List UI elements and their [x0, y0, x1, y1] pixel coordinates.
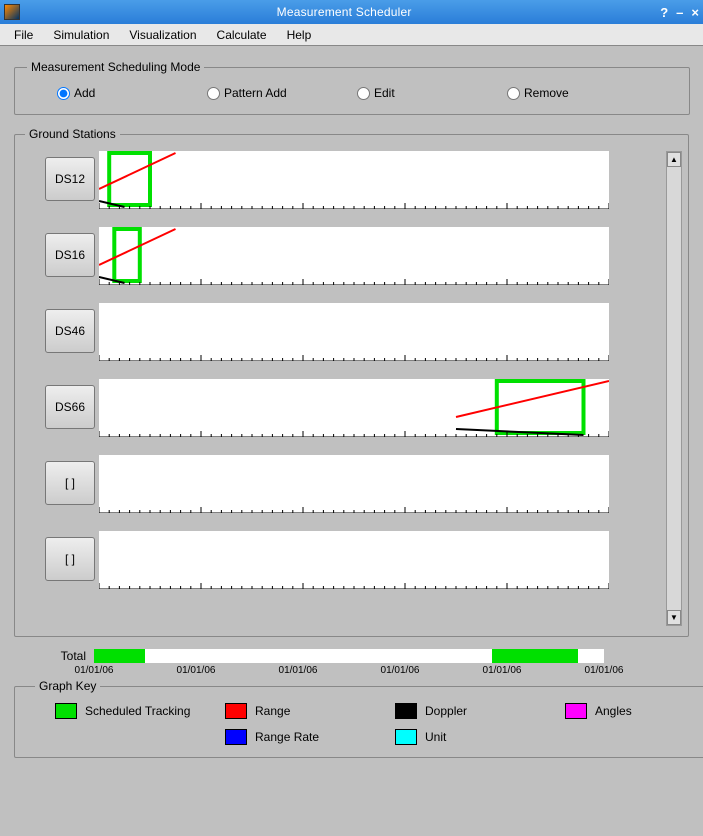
mode-add-radio[interactable]	[57, 87, 70, 100]
station-button[interactable]: [ ]	[45, 461, 95, 505]
close-button[interactable]: ×	[691, 5, 699, 20]
window-buttons: ? – ×	[660, 5, 699, 20]
mode-edit-radio[interactable]	[357, 87, 370, 100]
swatch-range-rate-icon	[225, 729, 247, 745]
key-angles-label: Angles	[595, 704, 632, 718]
mode-row: Add Pattern Add Edit Remove	[27, 82, 677, 104]
axis-tick-label: 01/01/06	[75, 665, 114, 676]
station-plot[interactable]	[99, 379, 609, 437]
mode-pattern-add-radio[interactable]	[207, 87, 220, 100]
menu-calculate[interactable]: Calculate	[209, 26, 275, 44]
graph-key-legend: Graph Key	[35, 679, 100, 693]
axis-tick-label: 01/01/06	[381, 665, 420, 676]
mode-remove-label: Remove	[524, 86, 569, 100]
axis-tick-label: 01/01/06	[279, 665, 318, 676]
mode-pattern-add-label: Pattern Add	[224, 86, 287, 100]
key-range-rate-label: Range Rate	[255, 730, 319, 744]
station-list: DS12 DS16 DS46 DS66 [ ] [ ]	[25, 151, 658, 589]
mode-edit[interactable]: Edit	[357, 86, 507, 100]
app-icon	[4, 4, 20, 20]
swatch-unit-icon	[395, 729, 417, 745]
menu-visualization[interactable]: Visualization	[121, 26, 204, 44]
key-doppler-label: Doppler	[425, 704, 467, 718]
mode-fieldset: Measurement Scheduling Mode Add Pattern …	[14, 60, 690, 115]
station-row: [ ]	[25, 455, 658, 513]
station-plot[interactable]	[99, 227, 609, 285]
ground-stations-legend: Ground Stations	[25, 127, 120, 141]
station-button[interactable]: DS16	[45, 233, 95, 277]
key-scheduled: Scheduled Tracking	[55, 703, 195, 719]
axis-tick-label: 01/01/06	[177, 665, 216, 676]
scroll-down-icon[interactable]: ▼	[667, 610, 681, 625]
menu-file[interactable]: File	[6, 26, 41, 44]
menu-help[interactable]: Help	[279, 26, 320, 44]
axis-tick-label: 01/01/06	[585, 665, 624, 676]
menu-simulation[interactable]: Simulation	[45, 26, 117, 44]
station-button[interactable]: DS66	[45, 385, 95, 429]
mode-remove-radio[interactable]	[507, 87, 520, 100]
mode-remove[interactable]: Remove	[507, 86, 657, 100]
titlebar: Measurement Scheduler ? – ×	[0, 0, 703, 24]
station-row: DS12	[25, 151, 658, 209]
help-button[interactable]: ?	[660, 5, 668, 20]
key-angles: Angles	[565, 703, 703, 719]
minimize-button[interactable]: –	[676, 5, 683, 20]
mode-add[interactable]: Add	[57, 86, 207, 100]
total-row: Total	[14, 649, 689, 663]
scroll-up-icon[interactable]: ▲	[667, 152, 681, 167]
total-segment	[94, 649, 145, 663]
station-plot[interactable]	[99, 151, 609, 209]
total-bar	[94, 649, 604, 663]
window-title: Measurement Scheduler	[28, 5, 660, 19]
ground-stations-fieldset: Ground Stations ▲ ▼ DS12 DS16 DS46 DS66 …	[14, 127, 689, 637]
station-row: [ ]	[25, 531, 658, 589]
station-button[interactable]: [ ]	[45, 537, 95, 581]
total-segment	[492, 649, 579, 663]
key-scheduled-label: Scheduled Tracking	[85, 704, 190, 718]
station-button[interactable]: DS46	[45, 309, 95, 353]
key-range-label: Range	[255, 704, 290, 718]
mode-add-label: Add	[74, 86, 95, 100]
graph-key-fieldset: Graph Key Scheduled Tracking Range Doppl…	[14, 679, 703, 758]
axis-tick-label: 01/01/06	[483, 665, 522, 676]
content-area: Measurement Scheduling Mode Add Pattern …	[0, 46, 703, 836]
menubar: File Simulation Visualization Calculate …	[0, 24, 703, 46]
station-row: DS16	[25, 227, 658, 285]
key-rows: Scheduled Tracking Range Doppler Angles …	[35, 703, 703, 745]
key-range-rate: Range Rate	[225, 729, 365, 745]
station-row: DS46	[25, 303, 658, 361]
swatch-angles-icon	[565, 703, 587, 719]
swatch-doppler-icon	[395, 703, 417, 719]
scrollbar[interactable]: ▲ ▼	[666, 151, 682, 626]
key-doppler: Doppler	[395, 703, 535, 719]
station-plot[interactable]	[99, 303, 609, 361]
station-plot[interactable]	[99, 531, 609, 589]
mode-edit-label: Edit	[374, 86, 395, 100]
swatch-scheduled-icon	[55, 703, 77, 719]
mode-legend: Measurement Scheduling Mode	[27, 60, 204, 74]
key-unit-label: Unit	[425, 730, 446, 744]
axis-labels: 01/01/0601/01/0601/01/0601/01/0601/01/06…	[94, 665, 604, 679]
station-button[interactable]: DS12	[45, 157, 95, 201]
key-range: Range	[225, 703, 365, 719]
total-label: Total	[44, 649, 86, 663]
key-unit: Unit	[395, 729, 535, 745]
station-row: DS66	[25, 379, 658, 437]
station-plot[interactable]	[99, 455, 609, 513]
mode-pattern-add[interactable]: Pattern Add	[207, 86, 357, 100]
swatch-range-icon	[225, 703, 247, 719]
